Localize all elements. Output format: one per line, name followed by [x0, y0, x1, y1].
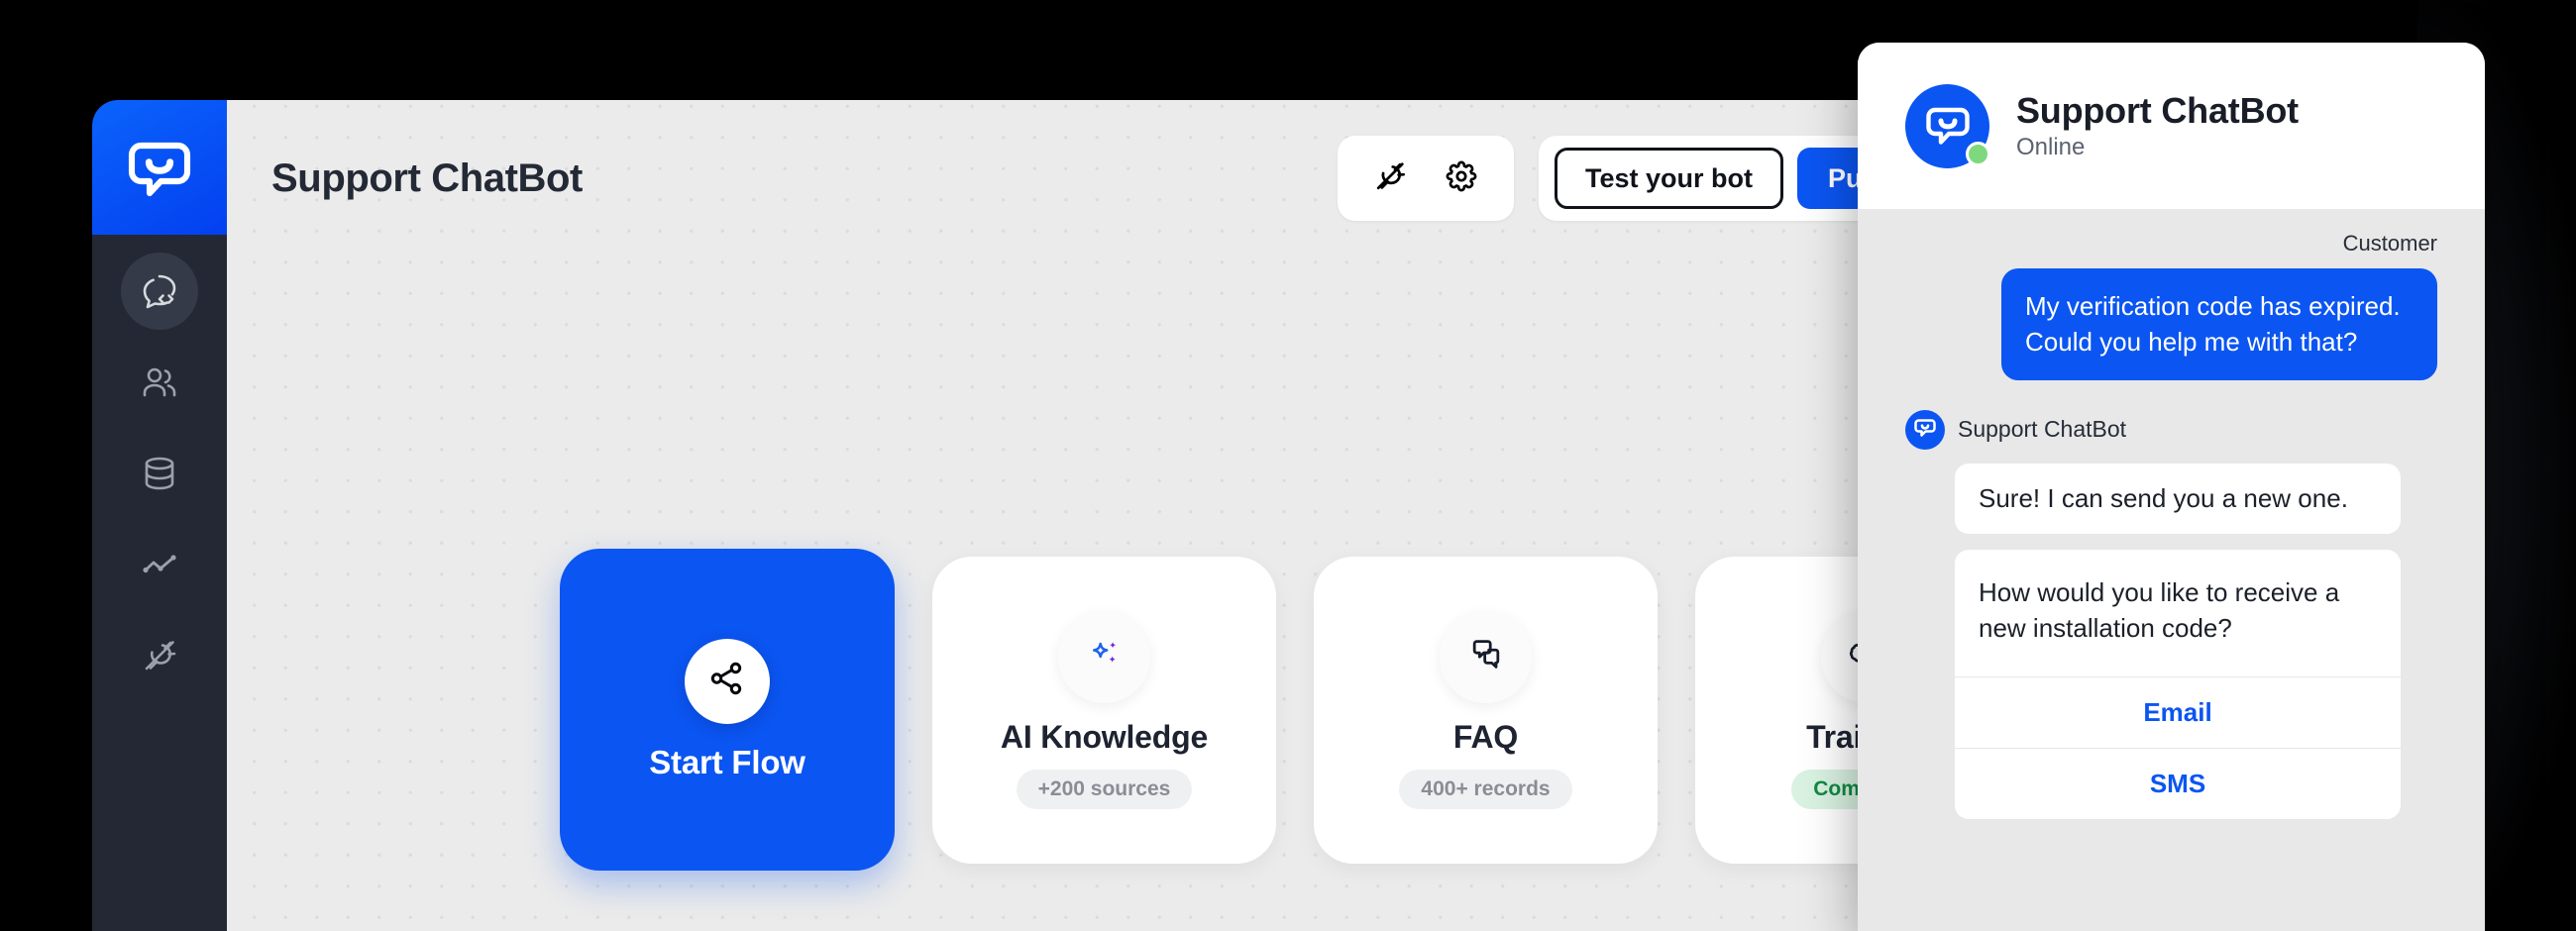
card-badge: 400+ records — [1399, 769, 1572, 809]
share-nodes-icon — [705, 657, 749, 705]
card-icon-wrap — [1440, 610, 1532, 703]
sidebar-item-users[interactable] — [121, 344, 198, 421]
online-status-dot — [1966, 141, 1990, 166]
chat-message-list[interactable]: Customer My verification code has expire… — [1858, 209, 2485, 931]
sidebar-nav-list — [92, 235, 227, 694]
card-title: Start Flow — [649, 743, 805, 780]
test-your-bot-button[interactable]: Test your bot — [1555, 148, 1784, 209]
chat-bot-status: Online — [2016, 134, 2086, 161]
plug-disconnected-icon — [1370, 156, 1410, 201]
sidebar — [92, 100, 227, 931]
card-ai-knowledge[interactable]: AI Knowledge +200 sources — [932, 556, 1276, 864]
chat-code-icon — [138, 269, 181, 313]
card-faq[interactable]: FAQ 400+ records — [1314, 556, 1658, 864]
bot-message-bubble: Sure! I can send you a new one. — [1955, 463, 2401, 534]
sidebar-item-database[interactable] — [121, 435, 198, 512]
bot-quick-reply-card: How would you like to receive a new inst… — [1955, 549, 2401, 819]
customer-message-bubble: My verification code has expired. Could … — [2001, 268, 2437, 380]
app-logo[interactable] — [92, 100, 227, 235]
quick-reply-email[interactable]: Email — [1955, 675, 2401, 748]
avatar — [1905, 83, 1990, 168]
settings-button[interactable] — [1435, 152, 1488, 205]
bot-message-header: Support ChatBot — [1905, 409, 2437, 450]
sparkles-icon — [1084, 634, 1126, 680]
analytics-line-icon — [138, 543, 181, 586]
database-icon — [138, 452, 181, 495]
integrations-button[interactable] — [1363, 152, 1417, 205]
header-icon-group — [1338, 136, 1514, 221]
card-icon-wrap — [685, 638, 770, 724]
chat-header-text: Support ChatBot Online — [2016, 90, 2299, 161]
sidebar-item-chat-with-code[interactable] — [121, 253, 198, 330]
chat-widget: Support ChatBot Online Customer My verif… — [1858, 43, 2485, 931]
chatbot-logo-icon — [128, 134, 191, 202]
sidebar-item-integrations[interactable] — [121, 617, 198, 694]
card-badge: +200 sources — [1016, 769, 1193, 809]
sidebar-item-analytics[interactable] — [121, 526, 198, 603]
bot-message-block: Support ChatBot Sure! I can send you a n… — [1905, 409, 2437, 819]
card-icon-wrap — [1058, 610, 1150, 703]
chatbot-logo-icon — [1913, 415, 1937, 444]
bot-name-inline: Support ChatBot — [1958, 416, 2127, 443]
flow-cards-row: Start Flow AI Knowledge +200 sources FAQ… — [560, 549, 2039, 871]
chat-bot-name: Support ChatBot — [2016, 89, 2299, 131]
quick-reply-sms[interactable]: SMS — [1955, 747, 2401, 819]
plug-disconnected-icon — [138, 634, 181, 677]
speech-bubbles-icon — [1465, 634, 1507, 680]
page-title: Support ChatBot — [271, 155, 583, 200]
bot-quick-reply-question: How would you like to receive a new inst… — [1979, 576, 2340, 643]
card-title: AI Knowledge — [1000, 718, 1209, 755]
card-start-flow[interactable]: Start Flow — [560, 549, 895, 871]
users-icon — [138, 361, 181, 404]
card-title: FAQ — [1452, 718, 1519, 755]
chatbot-logo-icon — [1924, 100, 1972, 153]
gear-icon — [1442, 156, 1481, 201]
customer-label: Customer — [2342, 231, 2437, 256]
avatar — [1905, 409, 1945, 450]
chat-widget-header: Support ChatBot Online — [1858, 43, 2485, 209]
